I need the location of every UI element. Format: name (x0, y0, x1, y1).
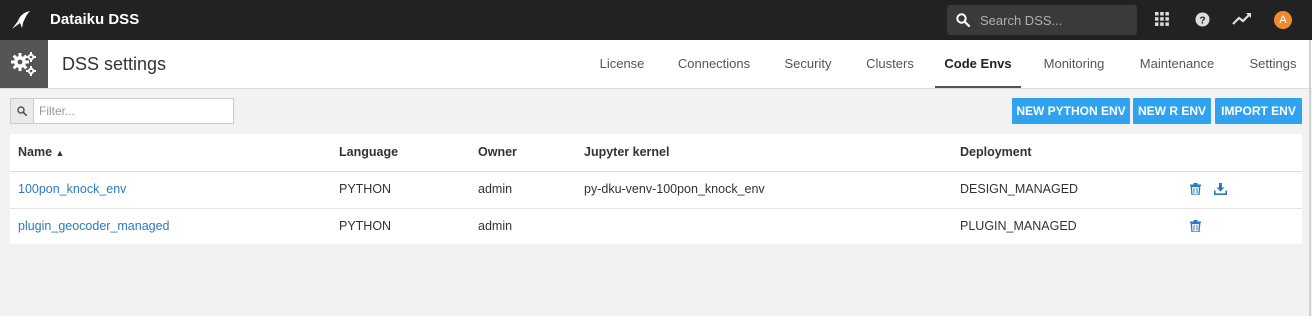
table-row: 100pon_knock_env PYTHON admin py-dku-ven… (10, 171, 1302, 209)
tab-security[interactable]: Security (772, 40, 844, 88)
code-envs-table: Name ▲ Language Owner Jupyter kernel Dep… (10, 134, 1302, 244)
tab-monitoring[interactable]: Monitoring (1033, 40, 1115, 88)
column-header-deployment[interactable]: Deployment (960, 134, 1032, 171)
tab-code-envs[interactable]: Code Envs (935, 40, 1021, 88)
search-icon (956, 13, 970, 27)
tab-license[interactable]: License (588, 40, 656, 88)
settings-header: DSS settings License Connections Securit… (0, 40, 1312, 89)
settings-gears-icon (0, 40, 48, 88)
env-name-link[interactable]: 100pon_knock_env (18, 171, 126, 208)
column-header-language[interactable]: Language (339, 134, 398, 171)
column-header-label: Name (18, 145, 53, 159)
tab-connections[interactable]: Connections (670, 40, 758, 88)
new-python-env-button[interactable]: NEW PYTHON ENV (1012, 98, 1130, 124)
table-header-row: Name ▲ Language Owner Jupyter kernel Dep… (10, 134, 1302, 172)
tab-maintenance[interactable]: Maintenance (1131, 40, 1223, 88)
column-header-jupyter-kernel[interactable]: Jupyter kernel (584, 134, 669, 171)
search-input[interactable] (980, 5, 1130, 35)
env-owner: admin (478, 219, 513, 233)
page-title: DSS settings (62, 54, 167, 74)
filter-field[interactable] (10, 98, 234, 124)
user-avatar[interactable]: A (1274, 11, 1292, 29)
delete-icon[interactable] (1190, 183, 1201, 198)
delete-icon[interactable] (1190, 220, 1201, 235)
search-icon (11, 99, 34, 123)
window-edge-divider (1309, 40, 1311, 316)
activity-trend-icon[interactable] (1232, 12, 1252, 29)
env-language: PYTHON (339, 219, 392, 233)
column-header-name[interactable]: Name ▲ (18, 134, 64, 172)
env-deployment: PLUGIN_MANAGED (960, 219, 1077, 233)
tab-clusters[interactable]: Clusters (856, 40, 924, 88)
env-language: PYTHON (339, 182, 392, 196)
env-jupyter-kernel: py-dku-venv-100pon_knock_env (584, 182, 765, 196)
app-title[interactable]: Dataiku DSS (50, 11, 139, 28)
env-deployment: DESIGN_MANAGED (960, 182, 1079, 196)
global-search[interactable] (947, 5, 1137, 35)
table-row: plugin_geocoder_managed PYTHON admin PLU… (10, 208, 1302, 245)
bird-logo-icon[interactable] (10, 9, 32, 31)
env-name-link[interactable]: plugin_geocoder_managed (18, 208, 170, 245)
sort-ascending-icon: ▲ (55, 148, 65, 158)
env-owner: admin (478, 182, 513, 196)
tab-settings[interactable]: Settings (1240, 40, 1306, 88)
apps-grid-icon[interactable] (1155, 12, 1169, 29)
top-navbar: Dataiku DSS ? A (0, 0, 1312, 40)
help-icon[interactable]: ? (1195, 12, 1210, 30)
new-r-env-button[interactable]: NEW R ENV (1133, 98, 1211, 124)
download-icon[interactable] (1214, 183, 1227, 198)
import-env-button[interactable]: IMPORT ENV (1215, 98, 1302, 124)
svg-text:?: ? (1199, 15, 1205, 26)
filter-input[interactable] (39, 99, 229, 123)
column-header-owner[interactable]: Owner (478, 134, 517, 171)
